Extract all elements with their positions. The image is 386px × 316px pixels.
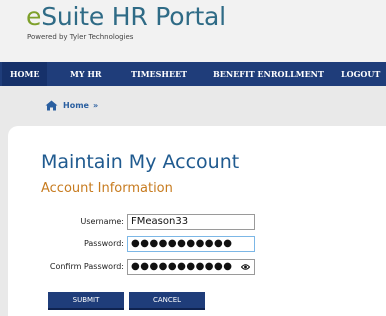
confirm-password-label: Confirm Password:	[49, 262, 124, 271]
logo-e: e	[26, 2, 42, 31]
nav-timesheet[interactable]: TIMESHEET	[123, 62, 195, 86]
cancel-button[interactable]: CANCEL	[129, 292, 205, 310]
nav-home[interactable]: HOME	[2, 62, 48, 86]
confirm-password-field[interactable]: ●●●●●●●●●●●	[127, 259, 255, 275]
eye-icon[interactable]	[241, 263, 250, 271]
nav-benefit-enrollment[interactable]: BENEFIT ENROLLMENT	[205, 62, 332, 86]
nav-my-hr[interactable]: MY HR	[62, 62, 110, 86]
app-logo-title[interactable]: eSuite HR Portal	[26, 2, 226, 32]
nav-logout[interactable]: LOGOUT	[333, 62, 386, 86]
logo-subtitle: Powered by Tyler Technologies	[27, 33, 134, 41]
main-content: Maintain My Account Account Information …	[8, 126, 386, 316]
breadcrumb-separator: »	[93, 101, 99, 110]
page-title: Maintain My Account	[41, 151, 240, 173]
submit-button[interactable]: SUBMIT	[48, 292, 124, 310]
breadcrumb-home[interactable]: Home	[63, 100, 89, 112]
password-field[interactable]: ●●●●●●●●●●●	[127, 236, 255, 252]
logo-rest: Suite HR Portal	[41, 2, 226, 31]
password-label: Password:	[83, 239, 124, 248]
home-icon[interactable]	[45, 100, 58, 111]
confirm-password-value: ●●●●●●●●●●●	[131, 261, 233, 272]
section-title: Account Information	[41, 181, 173, 196]
top-nav: HOME MY HR TIMESHEET BENEFIT ENROLLMENT …	[0, 62, 386, 86]
breadcrumb-bar: Home »	[0, 86, 386, 126]
username-field[interactable]: FMeason33	[127, 214, 255, 230]
header: eSuite HR Portal Powered by Tyler Techno…	[0, 0, 386, 62]
username-label: Username:	[80, 217, 124, 226]
